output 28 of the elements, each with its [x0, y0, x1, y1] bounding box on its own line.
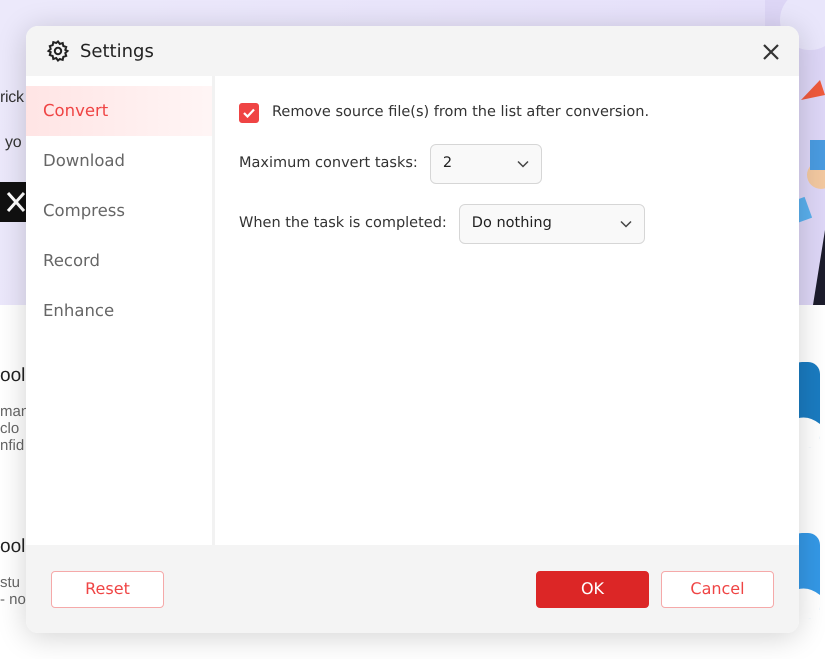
section-title: ool — [0, 535, 26, 559]
body-text: nfid — [0, 436, 26, 454]
sidebar-item[interactable]: Convert — [26, 86, 212, 136]
footer-button[interactable]: Reset — [51, 570, 164, 608]
section-title: ool — [0, 364, 26, 388]
settings-icon — [46, 38, 70, 64]
body-text: yo — [5, 133, 22, 153]
body-text: rick — [0, 88, 24, 108]
body-text: stu — [0, 574, 22, 590]
caret-icon — [620, 220, 632, 228]
dialog-title: Settings — [80, 40, 154, 64]
sidebar-item[interactable]: Record — [26, 236, 212, 286]
sidebar-item[interactable]: Download — [26, 136, 212, 186]
checkbox-label: Remove source file(s) from the list after conversion. — [272, 103, 650, 122]
field-label: When the task is completed: — [239, 214, 447, 233]
footer-button[interactable]: Cancel — [661, 570, 774, 608]
dropdown[interactable]: 2 — [430, 144, 542, 184]
ok-button[interactable]: OK — [536, 570, 649, 608]
dropdown[interactable]: Do nothing — [458, 204, 645, 244]
sidebar-item[interactable]: Compress — [26, 186, 212, 236]
body-text: - no — [0, 590, 26, 608]
check-icon — [243, 108, 255, 118]
checkbox[interactable] — [239, 102, 259, 123]
sidebar-item[interactable]: Enhance — [26, 286, 212, 336]
body-text: clo — [0, 420, 20, 436]
caret-icon — [516, 160, 529, 168]
field-label: Maximum convert tasks: — [239, 154, 418, 173]
social-icon[interactable] — [0, 182, 26, 222]
